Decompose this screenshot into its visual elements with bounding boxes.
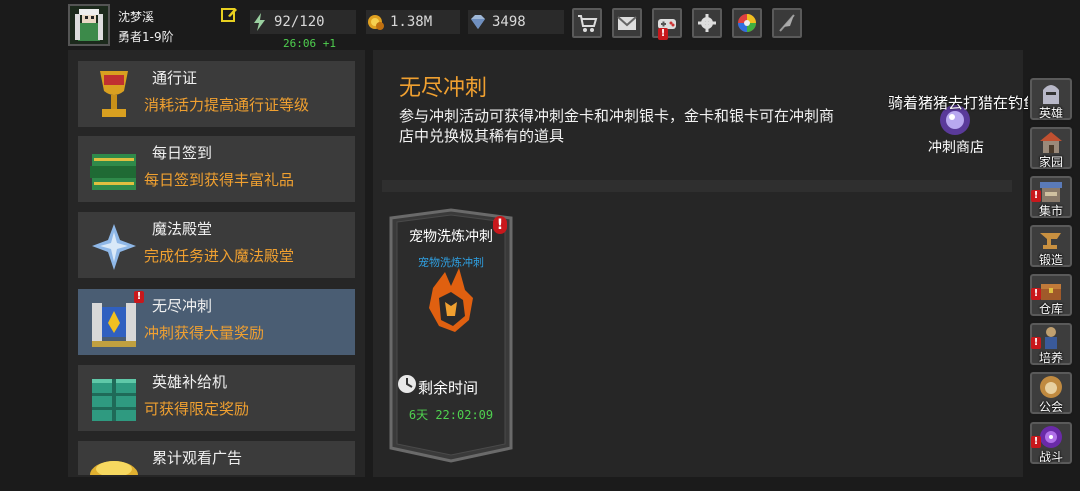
menu-item-battle-pass[interactable]: 通行证 消耗活力提高通行证等级 (78, 61, 355, 127)
menu-item-title: 英雄补给机 (152, 373, 228, 391)
market-alert-badge: ! (1031, 190, 1041, 202)
side-nav-guild[interactable]: 公会 (1028, 370, 1074, 416)
gold-pile-icon (86, 451, 142, 475)
color-wheel-button[interactable] (730, 6, 764, 40)
menu-item-subtitle: 消耗活力提高通行证等级 (144, 96, 310, 114)
menu-item-title: 无尽冲刺 (152, 297, 213, 315)
sprint-alert-badge: ! (134, 291, 144, 303)
menu-item-title: 累计观看广告 (152, 449, 243, 467)
event-title: 无尽冲刺 (399, 76, 488, 101)
player-name: 沈梦溪 (118, 10, 155, 24)
settings-gear-icon (698, 14, 716, 32)
gamepad-alert-badge: ! (658, 28, 668, 40)
side-nav-label: 集市 (1038, 204, 1063, 218)
menu-item-magic-hall[interactable]: 魔法殿堂 完成任务进入魔法殿堂 (78, 212, 355, 278)
gems-value: 3498 (492, 14, 526, 30)
gem-icon (468, 12, 488, 32)
edit-icon[interactable] (220, 6, 238, 24)
menu-item-hero-supply[interactable]: 英雄补给机 可获得限定奖励 (78, 365, 355, 431)
stamina-value: 92/120 (274, 14, 325, 30)
avatar-portrait-icon (70, 6, 108, 44)
side-nav-storage[interactable]: ! 仓库 (1028, 272, 1074, 318)
pet-refine-sprint-card[interactable]: ! (385, 208, 517, 463)
player-rank: 勇者1-9阶 (118, 30, 174, 44)
side-nav-market[interactable]: ! 集市 (1028, 174, 1074, 220)
gold-coin-icon (366, 12, 386, 32)
menu-item-title: 魔法殿堂 (152, 220, 213, 238)
stamina-timer: 26:06 +1 (283, 37, 336, 50)
side-nav-training[interactable]: ! 培养 (1028, 321, 1074, 367)
settings-button[interactable] (690, 6, 724, 40)
lion-crest-icon (1040, 376, 1062, 398)
green-book-stack-icon (86, 140, 142, 198)
mail-button[interactable] (610, 6, 644, 40)
menu-item-title: 通行证 (152, 69, 198, 87)
side-nav-battle[interactable]: ! 战斗 (1028, 420, 1074, 466)
gold-value: 1.38M (390, 14, 433, 30)
house-icon (1040, 132, 1062, 153)
card-remaining-label: 剩余时间 (418, 379, 479, 397)
ice-crystal-icon (86, 216, 142, 274)
shop-cart-button[interactable] (570, 6, 604, 40)
side-nav-label: 培养 (1038, 351, 1063, 365)
shop-cart-icon (578, 15, 598, 32)
menu-item-subtitle: 可获得限定奖励 (144, 400, 250, 418)
side-nav-hero[interactable]: 英雄 (1028, 76, 1074, 122)
gems-stat: 3498 (468, 10, 564, 34)
knight-helmet-icon (1043, 85, 1059, 104)
gold-stat: 1.38M (366, 10, 460, 34)
card-title: 宠物洗炼冲刺 (409, 229, 493, 245)
menu-item-subtitle: 每日签到获得丰富礼品 (144, 171, 295, 189)
lightning-icon (250, 12, 270, 32)
feather-button[interactable] (770, 6, 804, 40)
side-nav-label: 仓库 (1038, 302, 1063, 316)
side-nav-label: 家园 (1038, 155, 1063, 169)
menu-item-title: 每日签到 (152, 144, 213, 162)
gamepad-button[interactable]: ! (650, 6, 684, 40)
menu-item-ad-watch[interactable]: 累计观看广告 (78, 441, 355, 475)
purple-portal-icon (1040, 426, 1062, 448)
mail-icon (617, 16, 637, 30)
menu-item-subtitle: 完成任务进入魔法殿堂 (144, 247, 295, 265)
menu-item-subtitle: 冲刺获得大量奖励 (144, 324, 265, 342)
side-nav-label: 战斗 (1038, 450, 1063, 464)
side-nav-label: 英雄 (1038, 106, 1063, 120)
teal-supply-crate-icon (86, 369, 142, 427)
golden-goblet-icon (86, 65, 142, 123)
anvil-icon (1040, 233, 1061, 249)
market-stall-icon (1040, 182, 1062, 202)
player-avatar[interactable] (68, 4, 110, 46)
stamina-stat: 92/120 (250, 10, 356, 34)
battle-alert-badge: ! (1031, 436, 1041, 448)
event-description: 参与冲刺活动可获得冲刺金卡和冲刺银卡，金卡和银卡可在冲刺商店中兑换极其稀有的道具 (399, 107, 835, 145)
feather-icon (779, 14, 795, 32)
sprint-shop-label: 冲刺商店 (928, 140, 984, 156)
side-nav-home[interactable]: 家园 (1028, 125, 1074, 171)
side-nav-label: 锻造 (1038, 253, 1063, 267)
side-nav-forge[interactable]: 锻造 (1028, 223, 1074, 269)
training-figure-icon (1045, 327, 1057, 349)
storage-alert-badge: ! (1031, 288, 1041, 300)
content-divider (382, 180, 1012, 192)
menu-item-daily-signin[interactable]: 每日签到 每日签到获得丰富礼品 (78, 136, 355, 202)
card-frame (389, 208, 513, 463)
training-alert-badge: ! (1031, 337, 1041, 349)
card-remaining-time: 6天 22:02:09 (408, 408, 494, 422)
menu-item-endless-sprint[interactable]: ! 无尽冲刺 冲刺获得大量奖励 (78, 289, 355, 355)
side-nav-label: 公会 (1038, 400, 1063, 414)
color-wheel-icon (738, 14, 756, 32)
card-subtitle: 宠物洗炼冲刺 (418, 256, 484, 269)
treasure-chest-icon (1041, 284, 1061, 300)
